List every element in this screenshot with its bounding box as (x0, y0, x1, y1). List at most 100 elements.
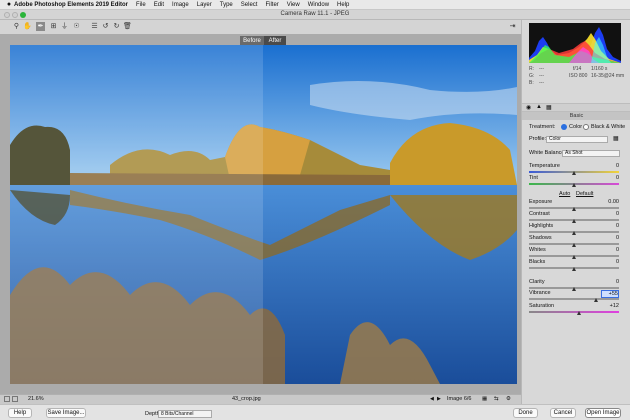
cancel-button[interactable]: Cancel (550, 408, 576, 418)
menu-help[interactable]: Help (337, 2, 349, 8)
iso: ISO 800 (569, 73, 588, 79)
image-count: Image 6/6 (447, 396, 472, 402)
slider-track-saturation[interactable] (529, 311, 619, 313)
default-button[interactable]: Default (576, 191, 593, 197)
eyedropper-icon[interactable]: ✒ (36, 22, 45, 31)
menu-view[interactable]: View (287, 2, 300, 8)
filename: 43_crop.jpg (232, 396, 261, 402)
swap-icon[interactable]: ⇆ (494, 395, 499, 404)
slider-value-tint[interactable]: 0 (601, 175, 619, 181)
slider-value-exposure[interactable]: 0.00 (601, 199, 619, 205)
zoom-icon[interactable]: ⚲ (12, 22, 21, 31)
settings-icon[interactable]: ⚙ (506, 395, 511, 404)
slider-label-blacks: Blacks (529, 259, 546, 265)
treatment-color-radio[interactable] (561, 124, 567, 130)
detail-tab-icon[interactable]: ▲ (536, 104, 542, 110)
treatment-label: Treatment: (529, 124, 556, 130)
hand-icon[interactable]: ✋ (23, 22, 32, 31)
next-image-icon[interactable]: ▶ (437, 395, 441, 404)
before-after-icon[interactable]: ▦ (482, 395, 487, 404)
straighten-icon[interactable]: ⏚ (60, 22, 69, 31)
basic-tab-icon[interactable]: ◉ (526, 104, 531, 111)
menu-window[interactable]: Window (308, 2, 329, 8)
slider-handle-contrast[interactable] (572, 219, 576, 223)
treatment-color-label: Color (569, 124, 583, 130)
r-value: --- (539, 66, 544, 72)
g-label: G: (529, 73, 535, 79)
slider-value-clarity[interactable]: 0 (601, 279, 619, 285)
slider-value-saturation[interactable]: +12 (601, 303, 619, 309)
list-icon[interactable]: ☰ (90, 22, 99, 31)
white-balance-label: White Balance: (529, 150, 566, 156)
slider-value-blacks[interactable]: 0 (601, 259, 619, 265)
menu-layer[interactable]: Layer (197, 2, 212, 8)
profile-select[interactable]: Color (546, 136, 608, 143)
slider-handle-tint[interactable] (572, 183, 576, 187)
slider-handle-blacks[interactable] (572, 267, 576, 271)
redeye-icon[interactable]: ☉ (72, 22, 81, 31)
before-overlay (10, 45, 263, 384)
slider-value-whites[interactable]: 0 (601, 247, 619, 253)
slider-handle-clarity[interactable] (572, 287, 576, 291)
profile-browser-icon[interactable]: ▦ (613, 135, 619, 142)
slider-handle-whites[interactable] (572, 255, 576, 259)
camera-calibration-tab-icon[interactable]: ▦ (546, 104, 552, 111)
menu-bar: ● Adobe Photoshop Elements 2019 Editor F… (0, 0, 630, 10)
menu-type[interactable]: Type (220, 2, 233, 8)
zoom-level[interactable]: 21.6% (28, 395, 44, 404)
slider-value-shadows[interactable]: 0 (601, 235, 619, 241)
slider-value-highlights[interactable]: 0 (601, 223, 619, 229)
auto-button[interactable]: Auto (559, 191, 570, 197)
slider-label-highlights: Highlights (529, 223, 554, 229)
slider-handle-highlights[interactable] (572, 231, 576, 235)
menu-app-name[interactable]: Adobe Photoshop Elements 2019 Editor (14, 2, 128, 8)
crop-icon[interactable]: ⊞ (49, 22, 58, 31)
slider-label-tint: Tint (529, 175, 538, 181)
export-icon[interactable]: ⇥ (508, 22, 517, 31)
g-value: --- (539, 73, 544, 79)
window-titlebar: Camera Raw 11.1 - JPEG (0, 10, 630, 20)
white-balance-select[interactable]: As Shot (562, 150, 620, 157)
menu-select[interactable]: Select (241, 2, 258, 8)
zoom-out-icon[interactable] (12, 396, 18, 402)
menu-file[interactable]: File (136, 2, 146, 8)
slider-value-temperature[interactable]: 0 (601, 163, 619, 169)
open-image-button[interactable]: Open Image (585, 408, 621, 418)
slider-handle-exposure[interactable] (572, 207, 576, 211)
done-button[interactable]: Done (513, 408, 538, 418)
slider-label-vibrance: Vibrance (529, 290, 551, 296)
slider-label-clarity: Clarity (529, 279, 545, 285)
slider-track-vibrance[interactable] (529, 298, 619, 300)
depth-select[interactable]: 8 Bits/Channel (158, 410, 212, 418)
rotate-left-icon[interactable]: ↺ (101, 22, 110, 31)
apple-icon[interactable]: ● (4, 1, 14, 8)
window-title: Camera Raw 11.1 - JPEG (280, 11, 350, 17)
prev-image-icon[interactable]: ◀ (430, 395, 434, 404)
rotate-right-icon[interactable]: ↻ (112, 22, 121, 31)
preview-image (10, 45, 517, 384)
slider-value-contrast[interactable]: 0 (601, 211, 619, 217)
slider-handle-vibrance[interactable] (594, 298, 598, 302)
slider-label-shadows: Shadows (529, 235, 552, 241)
slider-handle-temperature[interactable] (572, 171, 576, 175)
section-title: Basic (522, 112, 630, 120)
slider-label-contrast: Contrast (529, 211, 550, 217)
menu-filter[interactable]: Filter (265, 2, 278, 8)
profile-label: Profile: (529, 136, 547, 142)
menu-image[interactable]: Image (172, 2, 189, 8)
treatment-bw-label: Black & White (591, 124, 626, 130)
treatment-bw-radio[interactable] (583, 124, 589, 130)
menu-edit[interactable]: Edit (154, 2, 164, 8)
help-button[interactable]: Help (8, 408, 32, 418)
slider-handle-shadows[interactable] (572, 243, 576, 247)
save-image-button[interactable]: Save Image... (46, 408, 86, 418)
slider-label-exposure: Exposure (529, 199, 553, 205)
shutter: 1/160 s (591, 66, 608, 72)
trash-icon[interactable]: 🗑 (123, 22, 132, 31)
slider-handle-saturation[interactable] (576, 311, 581, 315)
fit-icon[interactable] (4, 396, 10, 402)
slider-label-temperature: Temperature (529, 163, 560, 169)
landscape-photo (10, 45, 517, 384)
slider-value-vibrance[interactable]: +55 (601, 290, 619, 298)
histogram-graph (529, 27, 621, 63)
